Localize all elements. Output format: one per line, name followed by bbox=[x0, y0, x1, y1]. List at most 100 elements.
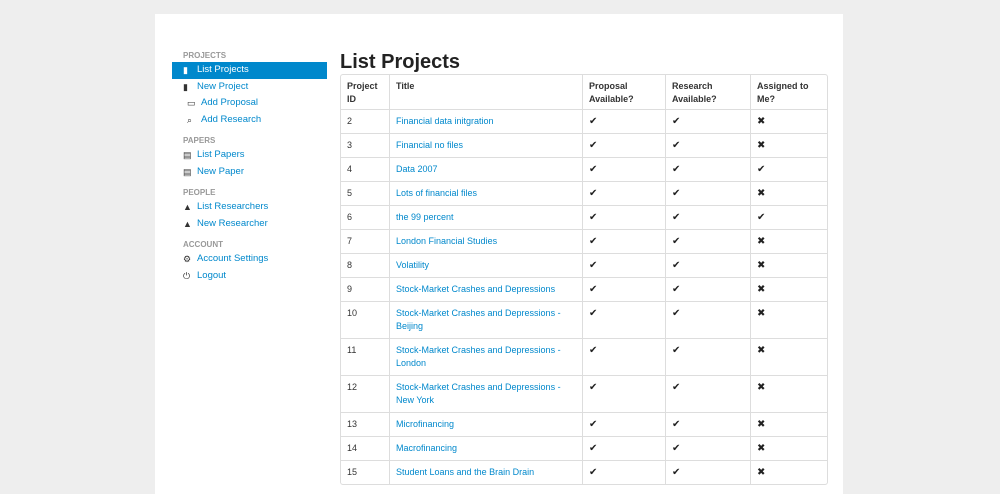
assigned-status-cell: ✖ bbox=[750, 338, 827, 375]
check-icon: ✔ bbox=[672, 140, 681, 151]
research-status-cell: ✔ bbox=[665, 229, 750, 253]
project-title-link[interactable]: Data 2007 bbox=[396, 164, 438, 174]
project-title-link[interactable]: Stock-Market Crashes and Depressions bbox=[396, 284, 555, 294]
assigned-status-cell: ✖ bbox=[750, 229, 827, 253]
check-icon: ✔ bbox=[757, 164, 766, 175]
project-title-link[interactable]: Stock-Market Crashes and Depressions - N… bbox=[396, 382, 561, 405]
table-row: 3 Financial no files ✔ ✔ ✖ bbox=[341, 133, 827, 157]
sidebar-item-new-researcher[interactable]: ▲ New Researcher bbox=[172, 216, 327, 233]
cross-icon: ✖ bbox=[757, 382, 766, 393]
project-title-link[interactable]: the 99 percent bbox=[396, 212, 454, 222]
project-title-link[interactable]: London Financial Studies bbox=[396, 236, 497, 246]
assigned-status-cell: ✖ bbox=[750, 412, 827, 436]
sidebar-item-label: New Paper bbox=[197, 165, 244, 177]
project-title-cell: Lots of financial files bbox=[389, 181, 582, 205]
check-icon: ✔ bbox=[589, 212, 598, 223]
sidebar-item-label: New Researcher bbox=[197, 217, 268, 229]
assigned-status-cell: ✖ bbox=[750, 277, 827, 301]
research-status-cell: ✔ bbox=[665, 253, 750, 277]
project-id-cell: 12 bbox=[341, 375, 389, 412]
proposal-status-cell: ✔ bbox=[582, 253, 665, 277]
check-icon: ✔ bbox=[589, 188, 598, 199]
check-icon: ✔ bbox=[672, 164, 681, 175]
project-title-cell: Financial no files bbox=[389, 133, 582, 157]
proposal-status-cell: ✔ bbox=[582, 205, 665, 229]
table-row: 10 Stock-Market Crashes and Depressions -… bbox=[341, 301, 827, 338]
project-title-link[interactable]: Financial data initgration bbox=[396, 116, 494, 126]
column-header-project-id: Project ID bbox=[347, 81, 378, 104]
nav-header-people: PEOPLE bbox=[183, 188, 216, 197]
sidebar-item-add-research[interactable]: ⌕ Add Research bbox=[172, 112, 327, 129]
table-row: 6 the 99 percent ✔ ✔ ✔ bbox=[341, 205, 827, 229]
sidebar-item-add-proposal[interactable]: ▭ Add Proposal bbox=[172, 95, 327, 112]
table-row: 13 Microfinancing ✔ ✔ ✖ bbox=[341, 412, 827, 436]
sidebar-item-new-project[interactable]: ▮ New Project bbox=[172, 79, 327, 96]
project-title-link[interactable]: Volatility bbox=[396, 260, 429, 270]
proposal-status-cell: ✔ bbox=[582, 133, 665, 157]
sidebar-item-list-papers[interactable]: ▤ List Papers bbox=[172, 147, 327, 164]
research-status-cell: ✔ bbox=[665, 277, 750, 301]
sidebar-item-list-projects[interactable]: ▮ List Projects bbox=[172, 62, 327, 79]
check-icon: ✔ bbox=[672, 382, 681, 393]
check-icon: ✔ bbox=[589, 260, 598, 271]
check-icon: ✔ bbox=[672, 260, 681, 271]
sidebar-item-label: Add Proposal bbox=[201, 97, 259, 108]
check-icon: ✔ bbox=[757, 212, 766, 223]
project-title-cell: the 99 percent bbox=[389, 205, 582, 229]
project-id-cell: 7 bbox=[341, 229, 389, 253]
proposal-status-cell: ✔ bbox=[582, 229, 665, 253]
assigned-status-cell: ✔ bbox=[750, 157, 827, 181]
research-status-cell: ✔ bbox=[665, 436, 750, 460]
project-id-cell: 8 bbox=[341, 253, 389, 277]
sidebar-item-list-researchers[interactable]: ▲ List Researchers bbox=[172, 199, 327, 216]
assigned-status-cell: ✖ bbox=[750, 133, 827, 157]
project-title-link[interactable]: Microfinancing bbox=[396, 419, 454, 429]
project-title-cell: London Financial Studies bbox=[389, 229, 582, 253]
cog-icon: ⚙ bbox=[183, 254, 192, 264]
assigned-status-cell: ✖ bbox=[750, 460, 827, 484]
project-title-link[interactable]: Macrofinancing bbox=[396, 443, 457, 453]
proposal-status-cell: ✔ bbox=[582, 277, 665, 301]
table-row: 4 Data 2007 ✔ ✔ ✔ bbox=[341, 157, 827, 181]
cross-icon: ✖ bbox=[757, 467, 766, 478]
sidebar-item-label: List Researchers bbox=[197, 201, 269, 212]
sidebar-item-logout[interactable]: ⏻ Logout bbox=[172, 268, 327, 285]
table-row: 9 Stock-Market Crashes and Depressions ✔ ✔ ✖ bbox=[341, 277, 827, 301]
research-status-cell: ✔ bbox=[665, 460, 750, 484]
project-title-cell: Macrofinancing bbox=[389, 436, 582, 460]
check-icon: ✔ bbox=[672, 212, 681, 223]
cross-icon: ✖ bbox=[757, 284, 766, 295]
sidebar-item-new-paper[interactable]: ▤ New Paper bbox=[172, 164, 327, 181]
assigned-status-cell: ✖ bbox=[750, 375, 827, 412]
project-title-cell: Microfinancing bbox=[389, 412, 582, 436]
sidebar-item-label: List Projects bbox=[197, 64, 249, 75]
page-container: PROJECTS ▮ List Projects ▮ New Project ▭ Add P… bbox=[155, 14, 843, 494]
cross-icon: ✖ bbox=[757, 443, 766, 454]
main-content: List Projects Project ID Title Proposal … bbox=[340, 50, 828, 485]
project-title-cell: Stock-Market Crashes and Depressions - L… bbox=[389, 338, 582, 375]
research-status-cell: ✔ bbox=[665, 412, 750, 436]
project-id-cell: 11 bbox=[341, 338, 389, 375]
table-row: 14 Macrofinancing ✔ ✔ ✖ bbox=[341, 436, 827, 460]
project-title-cell: Data 2007 bbox=[389, 157, 582, 181]
table-row: 15 Student Loans and the Brain Drain ✔ ✔ ✖ bbox=[341, 460, 827, 484]
proposal-status-cell: ✔ bbox=[582, 301, 665, 338]
project-title-link[interactable]: Student Loans and the Brain Drain bbox=[396, 467, 534, 477]
check-icon: ✔ bbox=[589, 140, 598, 151]
project-title-link[interactable]: Stock-Market Crashes and Depressions - B… bbox=[396, 308, 561, 331]
table-row: 5 Lots of financial files ✔ ✔ ✖ bbox=[341, 181, 827, 205]
project-title-link[interactable]: Stock-Market Crashes and Depressions - L… bbox=[396, 345, 561, 368]
cross-icon: ✖ bbox=[757, 345, 766, 356]
check-icon: ✔ bbox=[672, 116, 681, 127]
nav-divider bbox=[172, 128, 327, 135]
cross-icon: ✖ bbox=[757, 419, 766, 430]
project-id-cell: 14 bbox=[341, 436, 389, 460]
project-title-link[interactable]: Lots of financial files bbox=[396, 188, 477, 198]
sidebar-item-label: New Project bbox=[197, 80, 249, 92]
sidebar-item-label: Logout bbox=[197, 269, 227, 281]
research-status-cell: ✔ bbox=[665, 205, 750, 229]
sidebar-item-account-settings[interactable]: ⚙ Account Settings bbox=[172, 251, 327, 268]
project-title-link[interactable]: Financial no files bbox=[396, 140, 463, 150]
check-icon: ✔ bbox=[589, 443, 598, 454]
user-icon: ▲ bbox=[183, 202, 192, 212]
